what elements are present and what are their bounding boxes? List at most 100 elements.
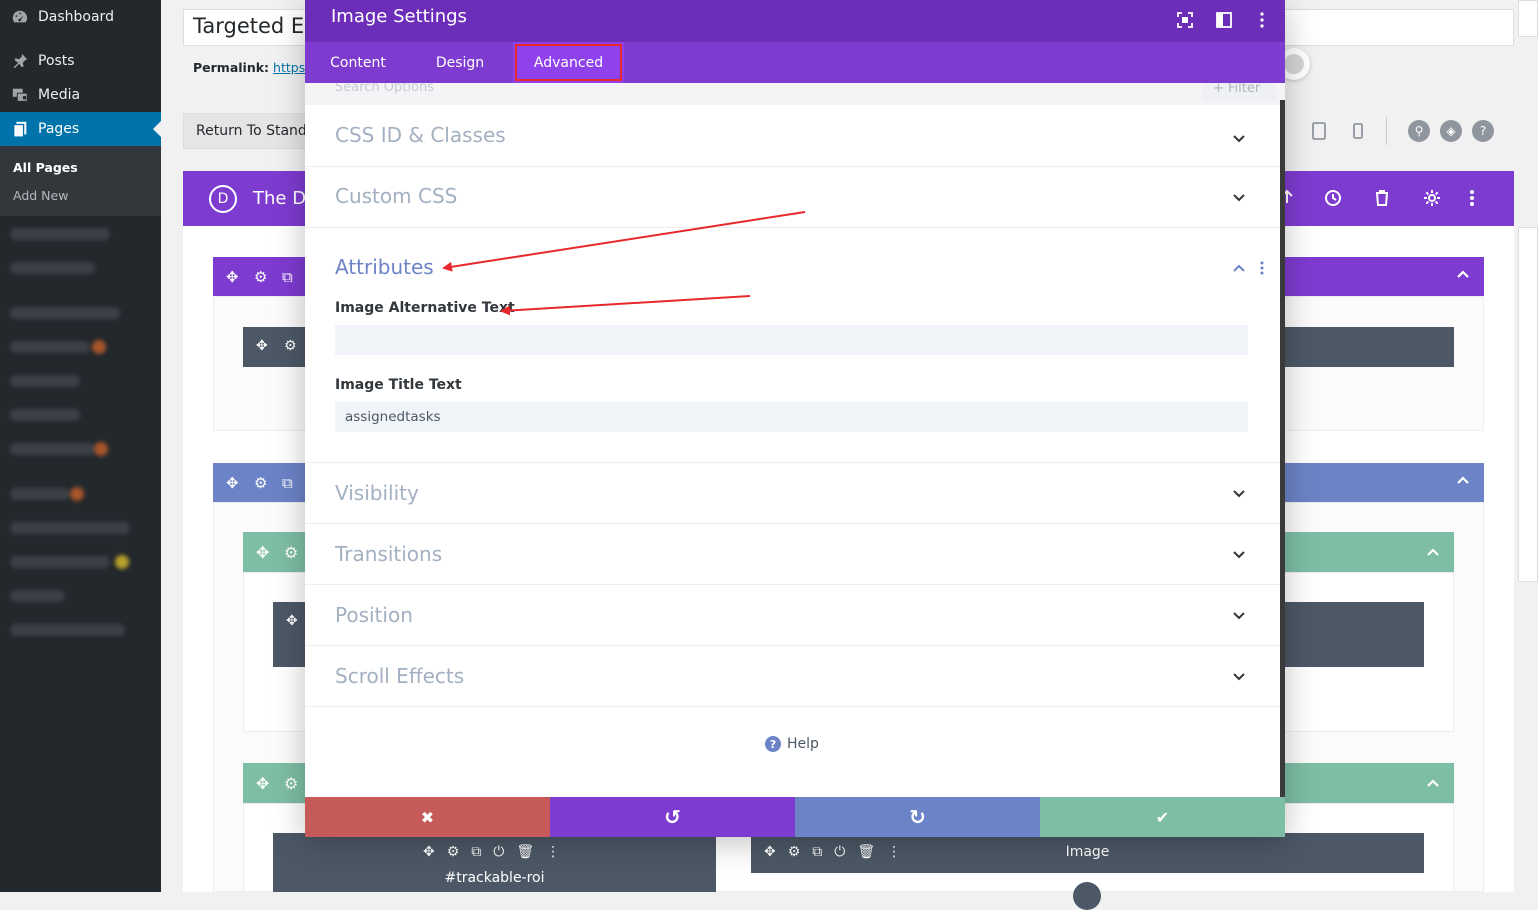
submenu-all-pages[interactable]: All Pages [13, 160, 78, 175]
group-title: Custom CSS [335, 184, 458, 208]
save-button[interactable]: ✔ [1040, 797, 1285, 837]
help-circle-icon[interactable]: ? [1472, 120, 1494, 142]
blurred-menu-item [10, 341, 90, 353]
more-vertical-icon[interactable] [1469, 189, 1475, 207]
group-title: Transitions [335, 542, 443, 566]
move-icon[interactable]: ✥ [256, 338, 268, 354]
chevron-down-icon[interactable] [1232, 191, 1246, 205]
blurred-menu-item [10, 590, 65, 602]
duplicate-icon[interactable]: ⧉ [282, 268, 293, 286]
undo-button[interactable]: ↺ [550, 797, 795, 837]
modal-footer: ✖ ↺ ↻ ✔ [305, 797, 1285, 837]
chevron-up-icon[interactable] [1456, 473, 1470, 487]
phone-view-icon[interactable] [1353, 123, 1363, 139]
chevron-up-icon[interactable] [1426, 545, 1440, 559]
chevron-down-icon[interactable] [1232, 487, 1246, 501]
module-label: #trackable-roi [444, 870, 545, 886]
close-icon: ✖ [420, 807, 435, 827]
move-icon[interactable]: ✥ [256, 543, 269, 562]
edge-box [1518, 0, 1538, 37]
edge-box [1518, 227, 1538, 582]
blurred-badge [70, 487, 84, 501]
sidebar-item-label: Posts [38, 53, 75, 69]
group-visibility[interactable]: Visibility [305, 463, 1280, 524]
fullscreen-icon[interactable] [1176, 11, 1194, 29]
blurred-badge [115, 555, 129, 569]
module-image[interactable]: ✥⚙⧉⏻🗑⋮ Image [751, 833, 1424, 873]
sidebar-item-dashboard[interactable]: Dashboard [0, 0, 161, 34]
tab-advanced[interactable]: Advanced [513, 42, 624, 83]
image-title-text-label: Image Title Text [335, 377, 462, 393]
module-label: Image [1065, 844, 1110, 860]
gear-icon[interactable]: ⚙ [284, 338, 297, 354]
chevron-down-icon[interactable] [1232, 609, 1246, 623]
chevron-down-icon[interactable] [1232, 670, 1246, 684]
layers-icon[interactable]: ◈ [1440, 120, 1462, 142]
tablet-view-icon[interactable] [1312, 122, 1326, 140]
blurred-menu-item [10, 307, 120, 319]
chevron-up-icon[interactable] [1232, 261, 1246, 275]
sidebar-item-label: Dashboard [38, 9, 114, 25]
gear-icon[interactable]: ⚙ [284, 774, 298, 793]
gear-icon[interactable]: ⚙ [254, 268, 267, 286]
blurred-menu-item [10, 488, 70, 500]
blurred-menu-item [10, 443, 96, 455]
group-scroll-effects[interactable]: Scroll Effects [305, 646, 1280, 707]
group-transitions[interactable]: Transitions [305, 524, 1280, 585]
group-css-id-classes[interactable]: CSS ID & Classes [305, 105, 1280, 167]
check-icon: ✔ [1155, 807, 1170, 827]
tab-content[interactable]: Content [305, 42, 411, 83]
group-custom-css[interactable]: Custom CSS [305, 167, 1280, 228]
help-link[interactable]: ? Help [765, 736, 819, 752]
modal-scrollbar[interactable] [1280, 100, 1285, 797]
submenu-add-new[interactable]: Add New [13, 188, 68, 203]
more-vertical-icon[interactable] [1253, 11, 1271, 29]
group-attributes[interactable]: Attributes Image Alternative Text Image … [305, 228, 1280, 463]
search-options-row: Search Options + Filter [305, 83, 1285, 105]
sidebar-item-label: Media [38, 87, 81, 103]
history-icon[interactable] [1324, 189, 1342, 207]
group-title: Visibility [335, 481, 419, 505]
image-title-text-input[interactable] [335, 402, 1248, 432]
more-vertical-icon[interactable] [1260, 261, 1264, 275]
move-icon[interactable]: ✥ [286, 613, 298, 629]
blurred-menu-item [10, 624, 125, 636]
move-icon[interactable]: ✥ [226, 474, 239, 492]
chevron-down-icon[interactable] [1232, 132, 1246, 146]
split-view-icon[interactable] [1215, 11, 1233, 29]
divi-builder-title: The Di [253, 188, 312, 209]
move-icon[interactable]: ✥ [226, 268, 239, 286]
blurred-menu-item [10, 228, 110, 240]
sidebar-item-pages[interactable]: Pages [0, 112, 161, 146]
module-trackable-roi[interactable]: ✥⚙⧉⏻🗑⋮ #trackable-roi [273, 833, 716, 892]
duplicate-icon[interactable]: ⧉ [282, 474, 293, 492]
move-icon[interactable]: ✥ [256, 774, 269, 793]
module-controls-icons[interactable]: ✥⚙⧉⏻🗑⋮ [423, 844, 572, 860]
blurred-menu-item [10, 409, 80, 421]
group-title: CSS ID & Classes [335, 123, 506, 147]
chevron-down-icon[interactable] [1232, 548, 1246, 562]
filter-button[interactable]: + Filter [1203, 83, 1276, 101]
gear-icon[interactable]: ⚙ [284, 543, 298, 562]
sidebar-item-label: Pages [38, 121, 80, 137]
redo-button[interactable]: ↻ [795, 797, 1040, 837]
image-alt-text-input[interactable] [335, 325, 1248, 355]
wp-admin-sidebar: Dashboard Posts Media Pages All Pages Ad… [0, 0, 161, 892]
gear-icon[interactable]: ⚙ [254, 474, 267, 492]
tab-design[interactable]: Design [411, 42, 509, 83]
trash-icon[interactable] [1374, 189, 1390, 207]
chevron-up-icon[interactable] [1426, 776, 1440, 790]
group-position[interactable]: Position [305, 585, 1280, 646]
gear-icon[interactable] [1423, 189, 1441, 207]
search-options-input[interactable]: Search Options [335, 83, 434, 95]
redo-icon: ↻ [909, 805, 926, 829]
sidebar-item-media[interactable]: Media [0, 78, 161, 112]
modal-title: Image Settings [331, 6, 467, 27]
help-icon: ? [765, 736, 781, 752]
add-module-button[interactable] [1073, 882, 1101, 910]
chevron-up-icon[interactable] [1456, 267, 1470, 281]
zoom-icon[interactable]: ⚲ [1408, 120, 1430, 142]
permalink: Permalink: https:// [193, 60, 318, 75]
sidebar-item-posts[interactable]: Posts [0, 44, 161, 78]
cancel-button[interactable]: ✖ [305, 797, 550, 837]
